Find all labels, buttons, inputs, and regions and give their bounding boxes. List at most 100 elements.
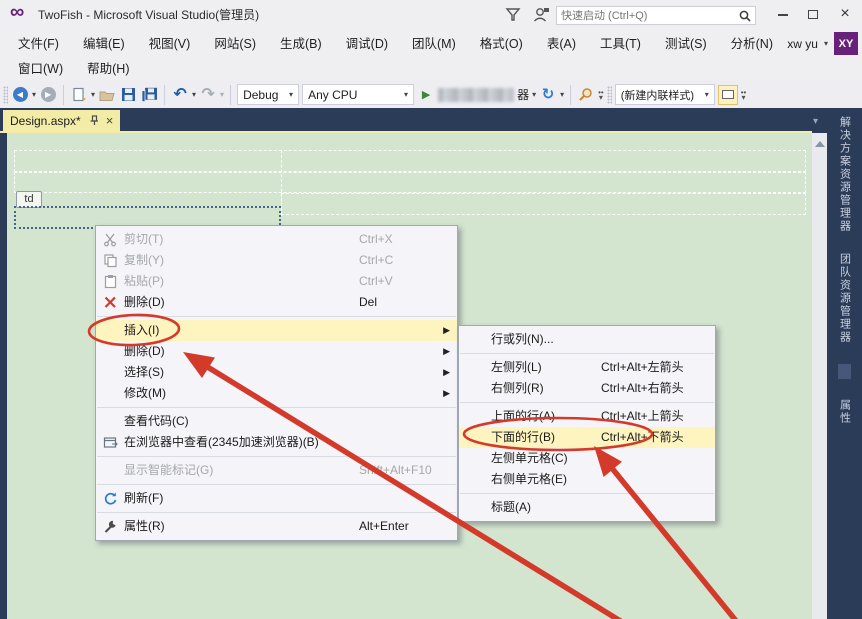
context-menu-item[interactable]: 在浏览器中查看(2345加速浏览器)(B): [96, 432, 457, 453]
context-menu-item[interactable]: 删除(D)▶: [96, 341, 457, 362]
new-file-button[interactable]: [70, 85, 88, 105]
navigate-back-button[interactable]: ◀: [11, 85, 29, 105]
menubar-item[interactable]: 网站(S): [202, 31, 268, 57]
menubar-item[interactable]: 工具(T): [588, 31, 653, 57]
platform-combo[interactable]: Any CPU ▾: [302, 84, 414, 105]
redo-dropdown-icon[interactable]: ▾: [220, 90, 224, 99]
submenu-item[interactable]: 下面的行(B)Ctrl+Alt+下箭头: [459, 427, 715, 448]
menubar-item[interactable]: 测试(S): [653, 31, 719, 57]
toolbar-grip-handle[interactable]: [607, 86, 612, 104]
context-menu-item[interactable]: 粘贴(P)Ctrl+V: [96, 271, 457, 292]
submenu-item[interactable]: 右侧列(R)Ctrl+Alt+右箭头: [459, 378, 715, 399]
run-target-blurred-label: [438, 88, 514, 102]
chevron-down-icon: ▾: [705, 90, 709, 99]
chevron-down-icon: ▾: [289, 90, 293, 99]
side-tab[interactable]: 解决方案资源管理器: [837, 116, 853, 233]
avatar[interactable]: XY: [834, 32, 858, 55]
toolbar-overflow-button[interactable]: ••▾: [741, 90, 747, 100]
maximize-button[interactable]: [798, 0, 828, 28]
context-menu-item[interactable]: 修改(M)▶: [96, 383, 457, 404]
sign-in-person-icon[interactable]: [531, 6, 551, 24]
start-debug-button[interactable]: ▶: [417, 85, 435, 105]
submenu-item[interactable]: 上面的行(A)Ctrl+Alt+上箭头: [459, 406, 715, 427]
context-menu-item[interactable]: 插入(I)▶: [96, 320, 457, 341]
context-menu-item[interactable]: 属性(R)Alt+Enter: [96, 516, 457, 537]
menubar-item[interactable]: 生成(B): [268, 31, 334, 57]
context-menu-item[interactable]: 查看代码(C): [96, 411, 457, 432]
toolbar-separator: [63, 85, 64, 105]
tab-close-icon[interactable]: ×: [106, 113, 114, 128]
submenu-item[interactable]: 右侧单元格(E): [459, 469, 715, 490]
minimize-button[interactable]: [768, 0, 798, 28]
redo-button[interactable]: ↷: [199, 85, 217, 105]
undo-dropdown-icon[interactable]: ▾: [192, 90, 196, 99]
solution-config-combo[interactable]: Debug ▾: [237, 84, 299, 105]
quick-launch-input[interactable]: [557, 10, 738, 22]
menubar-item[interactable]: 团队(M): [400, 31, 468, 57]
standard-toolbar: ◀ ▾ ▶ ▾ ↶ ▾ ↷ ▾ Debug ▾: [0, 81, 862, 108]
context-menu-item[interactable]: 刷新(F): [96, 488, 457, 509]
context-menu-item[interactable]: 选择(S)▶: [96, 362, 457, 383]
menu-item-shortcut: Ctrl+X: [359, 229, 393, 250]
side-tab[interactable]: 团队资源管理器: [837, 253, 853, 344]
close-button[interactable]: ×: [830, 0, 860, 28]
menu-item-label: 插入(I): [124, 320, 159, 341]
target-rule-button[interactable]: [718, 85, 738, 105]
css-style-combo[interactable]: (新建内联样式) ▾: [615, 84, 715, 105]
context-menu-item[interactable]: 显示智能标记(G)Shift+Alt+F10: [96, 460, 457, 481]
document-dropdown-icon[interactable]: ▾: [813, 116, 818, 127]
submenu-item[interactable]: 行或列(N)...: [459, 329, 715, 350]
save-all-button[interactable]: [140, 85, 158, 105]
tab-design-aspx[interactable]: Design.aspx* ×: [3, 110, 120, 131]
menubar-item[interactable]: 窗口(W): [6, 56, 75, 82]
menubar-item[interactable]: 表(A): [535, 31, 588, 57]
navigate-forward-button[interactable]: ▶: [39, 85, 57, 105]
menu-item-label: 删除(D): [124, 341, 165, 362]
menu-bar-row2: 窗口(W)帮助(H): [0, 57, 862, 81]
menu-item-shortcut: Ctrl+Alt+右箭头: [601, 378, 684, 399]
refresh-button[interactable]: ↻: [539, 85, 557, 105]
right-tool-tabs: 解决方案资源管理器团队资源管理器属性: [827, 108, 862, 619]
menubar-item[interactable]: 编辑(E): [71, 31, 137, 57]
feedback-funnel-icon[interactable]: [503, 6, 523, 24]
open-file-button[interactable]: [98, 85, 116, 105]
toolbar-separator: [570, 85, 571, 105]
save-all-icon: [141, 87, 158, 102]
menubar-item[interactable]: 文件(F): [6, 31, 71, 57]
run-target-dropdown-icon[interactable]: ▾: [532, 90, 536, 99]
menu-separator: [460, 353, 714, 354]
save-button[interactable]: [119, 85, 137, 105]
menubar-item[interactable]: 调试(D): [334, 31, 400, 57]
toolbar-overflow-button[interactable]: ••▾: [598, 90, 604, 100]
menu-item-shortcut: Ctrl+Alt+左箭头: [601, 357, 684, 378]
context-menu-item[interactable]: 删除(D)Del: [96, 292, 457, 313]
pin-icon[interactable]: [88, 115, 99, 126]
menu-item-label: 属性(R): [124, 516, 165, 537]
menubar-item[interactable]: 分析(N): [719, 31, 785, 57]
submenu-item[interactable]: 标题(A): [459, 497, 715, 518]
vertical-scrollbar[interactable]: [812, 133, 827, 619]
run-play-icon: ▶: [422, 88, 430, 101]
menubar-item[interactable]: 帮助(H): [75, 56, 141, 82]
submenu-item[interactable]: 左侧单元格(C): [459, 448, 715, 469]
user-area[interactable]: xw yu ▾ XY: [787, 32, 858, 55]
maximize-icon: [808, 10, 818, 19]
quick-launch-searchbox[interactable]: [556, 6, 756, 25]
undo-icon: ↶: [173, 88, 186, 102]
submenu-item[interactable]: 左侧列(L)Ctrl+Alt+左箭头: [459, 357, 715, 378]
menu-item-label: 删除(D): [124, 292, 165, 313]
menu-separator: [460, 402, 714, 403]
menu-item-label: 行或列(N)...: [491, 329, 554, 350]
side-tab[interactable]: 属性: [837, 399, 853, 425]
context-menu-item[interactable]: 剪切(T)Ctrl+X: [96, 229, 457, 250]
menubar-item[interactable]: 视图(V): [137, 31, 203, 57]
browse-with-button[interactable]: [577, 85, 595, 105]
context-menu-item[interactable]: 复制(Y)Ctrl+C: [96, 250, 457, 271]
toolbar-grip-handle[interactable]: [3, 86, 8, 104]
scroll-up-icon[interactable]: [815, 141, 825, 147]
menubar-item[interactable]: 格式(O): [468, 31, 535, 57]
back-dropdown-icon[interactable]: ▾: [32, 90, 36, 99]
new-file-dropdown-icon[interactable]: ▾: [91, 90, 95, 99]
undo-button[interactable]: ↶: [171, 85, 189, 105]
refresh-dropdown-icon[interactable]: ▾: [560, 90, 564, 99]
